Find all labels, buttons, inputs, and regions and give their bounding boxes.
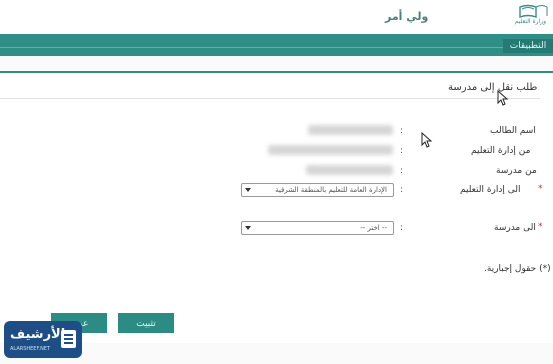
ministry-name: وزارة التعليم [514,18,546,25]
to-school-select[interactable]: -- اختر -- [241,221,394,235]
required-fields-note: (*) حقول إجبارية. [484,264,551,274]
ministry-logo[interactable]: وزارة التعليم [470,3,550,31]
to-school-selected: -- اختر -- [360,224,387,232]
colon: : [400,166,404,176]
required-marker: * [538,184,543,194]
document-icon [61,330,76,348]
to-education-dept-selected: الإدارة العامة للتعليم بالمنطقة الشرقية [275,186,387,194]
appsbar-rule [0,47,505,48]
required-marker: * [538,222,543,232]
colon: : [400,223,404,233]
tab-applications[interactable]: التطبيقات [503,39,553,53]
mouse-cursor-icon [421,132,433,148]
archive-watermark: الأرشيف ALARSHEEF.NET [4,321,82,358]
watermark-text: الأرشيف [10,327,66,342]
chevron-down-icon [245,188,251,192]
label-student-name: اسم الطالب [490,126,536,136]
label-from-education-dept: من إدارة التعليم [471,146,531,156]
title-underline [0,98,540,99]
mouse-cursor-icon [497,90,509,106]
label-from-school: من مدرسة [496,166,537,176]
watermark-subtext: ALARSHEEF.NET [10,346,51,352]
save-button[interactable]: تثبيت [118,313,174,333]
top-header: ولي أمر وزارة التعليم [0,0,553,34]
applications-bar: التطبيقات [0,34,553,56]
to-education-dept-select[interactable]: الإدارة العامة للتعليم بالمنطقة الشرقية [241,183,394,197]
page-title: طلب نقل إلى مدرسة [448,82,538,93]
colon: : [400,146,404,156]
colon: : [400,185,404,195]
label-to-school: الى مدرسة [494,223,536,233]
form-panel [0,73,553,343]
student-name-value [308,125,393,135]
user-role-label[interactable]: ولي أمر [385,10,428,23]
colon: : [400,126,404,136]
from-school-value [306,165,393,175]
from-education-dept-value [268,145,393,155]
book-logo-icon [519,4,548,19]
label-to-education-dept: الى إدارة التعليم [460,185,521,195]
chevron-down-icon [245,226,251,230]
